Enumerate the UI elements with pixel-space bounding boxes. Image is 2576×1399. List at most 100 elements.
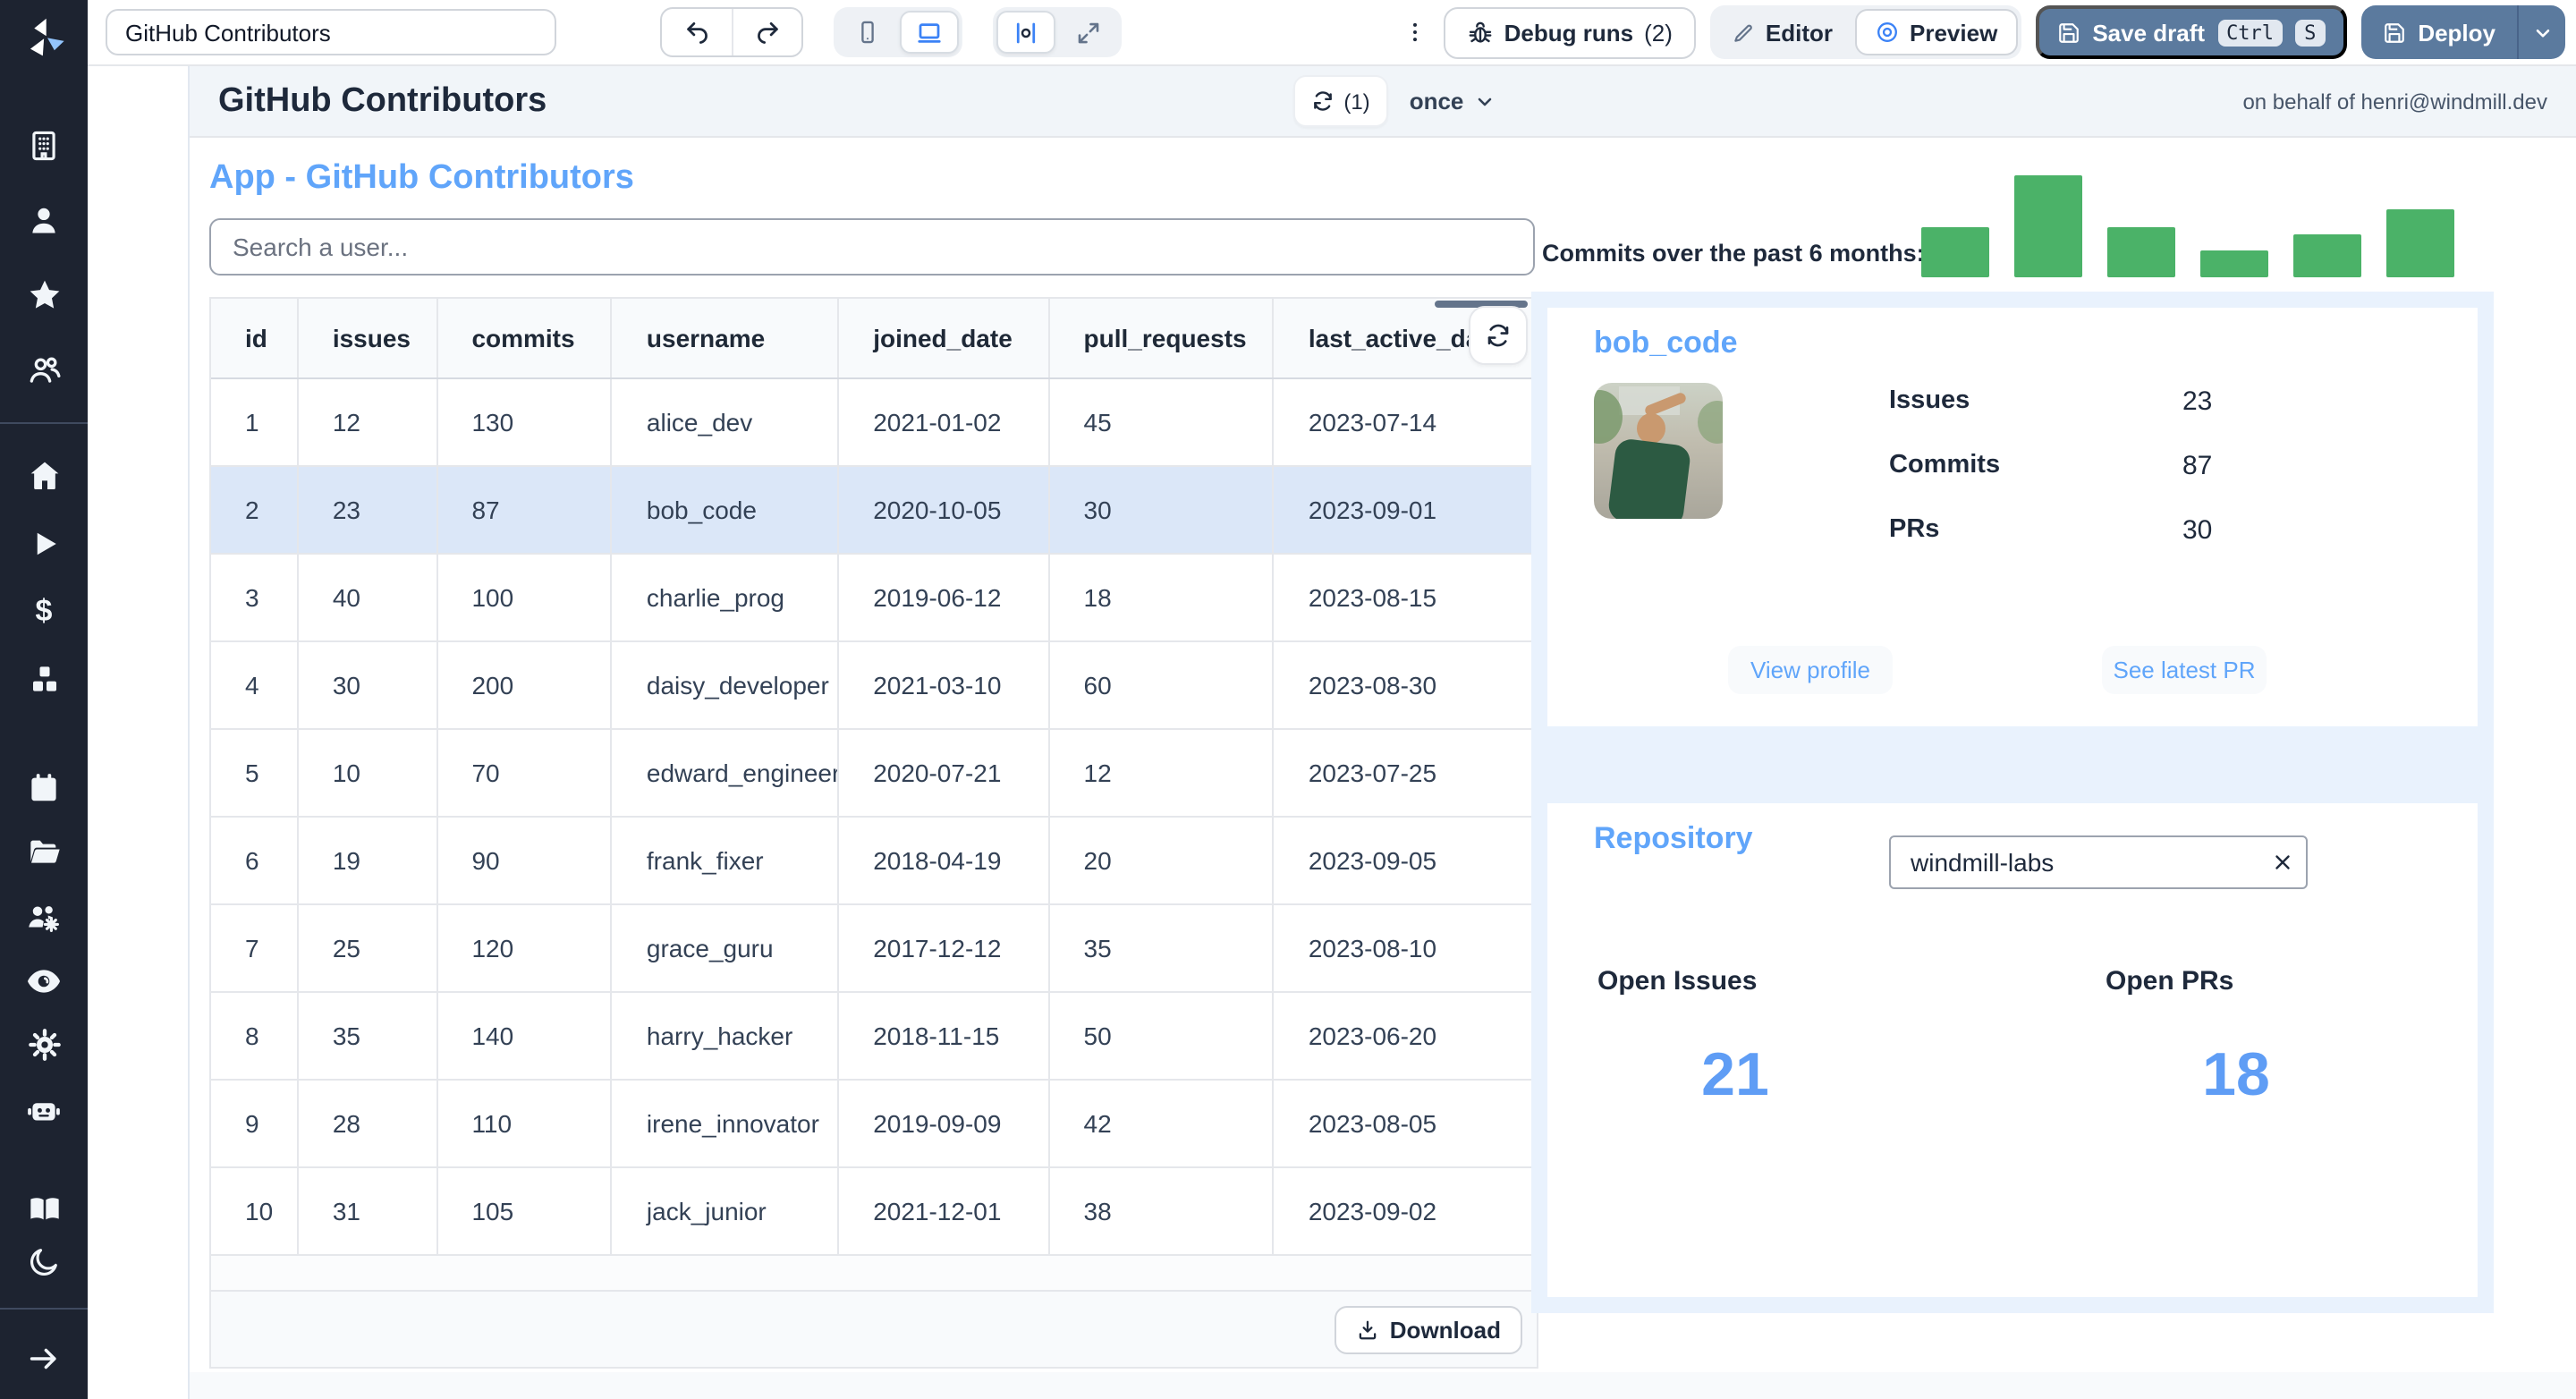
table-row[interactable]: 8 35 140 harry_hacker 2018-11-15 50 2023-06-20 (211, 993, 1537, 1081)
schedules-calendar-icon[interactable] (24, 767, 64, 807)
table-cell: 100 (437, 555, 613, 640)
settings-gear-icon[interactable] (24, 1025, 64, 1064)
variables-dollar-icon[interactable]: $ (24, 592, 64, 632)
table-row[interactable]: 1 12 130 alice_dev 2021-01-02 45 2023-07-14 (211, 379, 1537, 467)
workers-robot-icon[interactable] (24, 1090, 64, 1129)
user-card-title: bob_code (1594, 326, 1738, 360)
app-page-title: App - GitHub Contributors (209, 159, 634, 197)
table-row[interactable]: 7 25 120 grace_guru 2017-12-12 35 2023-08-10 (211, 905, 1537, 993)
download-button[interactable]: Download (1334, 1305, 1522, 1353)
table-cell: 2019-09-09 (839, 1081, 1050, 1166)
table-row[interactable]: 9 28 110 irene_innovator 2019-09-09 42 2023-08… (211, 1081, 1537, 1168)
table-cell: 70 (437, 730, 613, 816)
save-draft-label: Save draft (2092, 19, 2206, 46)
docs-book-icon[interactable] (24, 1190, 64, 1229)
column-header[interactable]: id (211, 299, 299, 377)
preview-tab[interactable]: Preview (1854, 9, 2018, 55)
table-cell: 2023-09-02 (1308, 1197, 1437, 1225)
repository-input[interactable] (1889, 835, 2308, 889)
table-cell: 20 (1050, 818, 1275, 903)
debug-runs-label: Debug runs (1504, 19, 1634, 46)
table-cell: 130 (437, 379, 613, 465)
column-header[interactable]: username (613, 299, 840, 377)
save-icon (2384, 22, 2404, 42)
table-cell: 2023-08-15 (1308, 583, 1437, 612)
table-cell: 30 (299, 642, 438, 728)
table-cell: jack_junior (613, 1168, 840, 1254)
star-icon[interactable] (24, 276, 64, 315)
column-header[interactable]: commits (437, 299, 613, 377)
clear-input-x-icon[interactable] (2270, 850, 2295, 875)
metric-value: 18 (2202, 1041, 2270, 1109)
users-icon[interactable] (24, 351, 64, 390)
table-empty-row (211, 1256, 1537, 1292)
column-header[interactable]: joined_date (839, 299, 1050, 377)
undo-button[interactable] (662, 9, 732, 55)
desktop-view-button[interactable] (900, 11, 959, 54)
repository-card: Repository Open Issues Open PRs (1547, 803, 2478, 1297)
schedule-label: once (1409, 88, 1464, 114)
stat-label: PRs (1889, 515, 1940, 544)
groups-gear-icon[interactable] (24, 896, 64, 936)
table-cell: 2023-07-14 (1308, 408, 1437, 437)
stat-value: 87 (2182, 451, 2213, 481)
metric-label: Open PRs (2106, 966, 2234, 996)
table-row[interactable]: 4 30 200 daisy_developer 2021-03-10 60 2023-08… (211, 642, 1537, 730)
see-latest-pr-button[interactable]: See latest PR (2102, 646, 2267, 694)
table-cell: 12 (1050, 730, 1275, 816)
table-cell: 2023-08-10 (1308, 934, 1437, 962)
windmill-logo-icon[interactable] (21, 14, 67, 61)
table-cell: 3 (211, 555, 299, 640)
preview-label: Preview (1910, 19, 1998, 46)
table-cell: 2018-04-19 (839, 818, 1050, 903)
table-cell: 2023-06-20 (1308, 1022, 1437, 1050)
table-cell: 105 (437, 1168, 613, 1254)
table-cell: 38 (1050, 1168, 1275, 1254)
debug-runs-button[interactable]: Debug runs (2) (1443, 6, 1696, 58)
chart-bar (2014, 175, 2082, 277)
audit-eye-icon[interactable] (24, 961, 64, 1000)
more-options-kebab-icon[interactable] (1401, 9, 1429, 55)
table-row[interactable]: 3 40 100 charlie_prog 2019-06-12 18 2023-08-15 (211, 555, 1537, 642)
table-cell: 40 (299, 555, 438, 640)
column-header[interactable]: issues (299, 299, 438, 377)
schedule-select[interactable]: once (1410, 88, 1496, 114)
editor-toolbar: Debug runs (2) Editor (88, 0, 2576, 66)
chevron-down-icon (1479, 97, 1492, 106)
column-header[interactable]: pull_requests (1050, 299, 1275, 377)
search-input[interactable] (209, 218, 1535, 276)
table-cell: 9 (211, 1081, 299, 1166)
editor-tab[interactable]: Editor (1714, 9, 1851, 55)
app-name-input[interactable] (106, 9, 556, 55)
deploy-dropdown-button[interactable] (2519, 5, 2565, 59)
resources-cubes-icon[interactable] (24, 660, 64, 700)
metric-label: Open Issues (1597, 966, 1758, 996)
commits-chart (1921, 175, 2458, 277)
fullscreen-expand-button[interactable] (1059, 11, 1118, 54)
table-row[interactable]: 2 23 87 bob_code 2020-10-05 30 2023-09-01 (211, 467, 1537, 555)
collapse-arrow-icon[interactable] (24, 1338, 64, 1378)
user-icon[interactable] (24, 200, 64, 240)
center-align-button[interactable] (996, 11, 1055, 54)
table-row[interactable]: 5 10 70 edward_engineer 2020-07-21 12 2023-07-… (211, 730, 1537, 818)
home-icon[interactable] (24, 456, 64, 496)
save-draft-button[interactable]: Save draft Ctrl S (2035, 5, 2347, 59)
view-profile-button[interactable]: View profile (1728, 646, 1893, 694)
refresh-count: (1) (1343, 89, 1370, 114)
table-cell: edward_engineer (613, 730, 840, 816)
runs-play-icon[interactable] (24, 524, 64, 564)
dark-mode-moon-icon[interactable] (24, 1242, 64, 1281)
refresh-count-button[interactable]: (1) (1293, 75, 1388, 127)
table-cell: 110 (437, 1081, 613, 1166)
redo-button[interactable] (732, 9, 801, 55)
table-row[interactable]: 10 31 105 jack_junior 2021-12-01 38 2023-09-02 (211, 1168, 1537, 1256)
deploy-button[interactable]: Deploy (2360, 19, 2517, 46)
workspace-icon[interactable] (24, 125, 64, 165)
table-refresh-button[interactable] (1469, 306, 1528, 365)
sidebar: $ (0, 0, 88, 1399)
table-row[interactable]: 6 19 90 frank_fixer 2018-04-19 20 2023-09-05 (211, 818, 1537, 905)
table-cell: 42 (1050, 1081, 1275, 1166)
folders-icon[interactable] (24, 832, 64, 871)
table-cell: 90 (437, 818, 613, 903)
mobile-view-button[interactable] (837, 11, 896, 54)
